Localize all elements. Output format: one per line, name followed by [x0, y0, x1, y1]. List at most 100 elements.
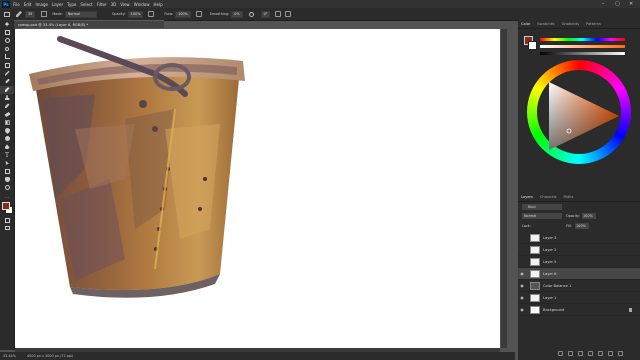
maximize-button[interactable]: ▢	[615, 0, 620, 8]
menu-type[interactable]: Type	[67, 2, 76, 7]
menu-image[interactable]: Image	[35, 2, 48, 7]
opacity-field[interactable]: 100%	[127, 10, 144, 18]
menu-help[interactable]: Help	[153, 2, 162, 7]
adjustment-button[interactable]	[588, 351, 593, 356]
arrow-icon	[5, 160, 9, 166]
crop-tool[interactable]	[0, 53, 14, 61]
tab-layers[interactable]: Layers	[521, 195, 533, 199]
hand-tool[interactable]	[0, 176, 14, 184]
brightness-slider[interactable]	[540, 52, 625, 55]
menu-bar: Ps File Edit Image Layer Type Select Fil…	[0, 0, 640, 8]
link-layers-button[interactable]	[558, 351, 563, 356]
layer-row[interactable]: ◉ Background	[518, 304, 640, 316]
frame-tool[interactable]	[0, 61, 14, 69]
move-tool[interactable]	[0, 20, 14, 28]
trash-icon[interactable]	[618, 351, 623, 356]
document-tab[interactable]: rpmsp.psd @ 33.4% (Layer 6, RGB/8) *	[14, 20, 164, 28]
type-tool[interactable]: T	[0, 151, 14, 159]
foreground-color-swatch[interactable]	[2, 202, 10, 211]
more-tools[interactable]: …	[0, 192, 14, 200]
pressure-opacity-icon[interactable]	[148, 11, 155, 17]
layer-row[interactable]: ◉ Color Balance 1	[518, 280, 640, 292]
symmetry-icon[interactable]	[285, 11, 292, 17]
path-select-tool[interactable]	[0, 159, 14, 167]
menu-window[interactable]: Window	[134, 2, 150, 7]
eye-icon[interactable]: ◉	[518, 295, 526, 300]
layer-row-selected[interactable]: ◉ Layer 6	[518, 268, 640, 280]
layer-row[interactable]: Layer 2	[518, 244, 640, 256]
tab-gradients[interactable]: Gradients	[562, 22, 580, 26]
layer-row[interactable]: Layer 5	[518, 256, 640, 268]
new-group-button[interactable]	[598, 351, 603, 356]
hue-slider[interactable]	[540, 38, 625, 41]
tab-color[interactable]: Color	[521, 22, 530, 26]
eye-icon[interactable]: ◉	[518, 307, 526, 312]
layer-row[interactable]: Layer 3	[518, 232, 640, 244]
zoom-tool[interactable]	[0, 184, 14, 192]
blend-mode-select[interactable]: Normal	[522, 213, 562, 219]
blur-tool[interactable]	[0, 126, 14, 135]
document-canvas[interactable]	[15, 29, 500, 348]
eyedropper-tool[interactable]	[0, 69, 14, 77]
tab-paths[interactable]: Paths	[564, 195, 574, 199]
home-icon[interactable]	[4, 11, 10, 17]
marquee-tool[interactable]	[0, 28, 14, 36]
menu-edit[interactable]: Edit	[24, 2, 32, 7]
angle-field[interactable]: 0°	[260, 10, 271, 18]
mode-select[interactable]: Normal	[64, 10, 97, 18]
zoom-level[interactable]: 33.44%	[3, 354, 16, 358]
rectangle-icon	[4, 168, 10, 174]
new-layer-button[interactable]	[608, 351, 613, 356]
close-button[interactable]: ✕	[629, 0, 633, 8]
status-bar: 33.44% 4000 px x 3000 px (72 ppi)	[0, 352, 515, 360]
brush-tool-icon[interactable]	[16, 11, 22, 17]
vertical-scrollbar[interactable]	[501, 29, 507, 348]
bg-color-chip[interactable]	[528, 41, 537, 50]
pressure-size-icon[interactable]	[275, 11, 282, 17]
menu-layer[interactable]: Layer	[52, 2, 63, 7]
add-mask-button[interactable]	[578, 351, 583, 356]
eraser-tool[interactable]	[0, 110, 14, 118]
screen-mode-button[interactable]	[0, 224, 14, 232]
pen-tool[interactable]	[0, 143, 14, 151]
tab-patterns[interactable]: Patterns	[586, 22, 601, 26]
layer-opacity-field[interactable]: 100%	[582, 213, 596, 219]
layer-name: Layer 6	[543, 271, 557, 276]
tab-swatches[interactable]: Swatches	[537, 22, 554, 26]
color-triangle[interactable]	[543, 76, 623, 156]
layer-name: Layer 3	[543, 235, 557, 240]
flow-field[interactable]: 100%	[175, 10, 191, 18]
layer-row[interactable]: ◉ Layer 1	[518, 292, 640, 304]
layer-fill-field[interactable]: 100%	[575, 223, 589, 229]
smoothing-field[interactable]: 0%	[231, 10, 243, 18]
menu-filter[interactable]: Filter	[97, 2, 107, 7]
clone-stamp-tool[interactable]	[0, 94, 14, 102]
eye-icon[interactable]: ◉	[518, 271, 526, 276]
brush-size-field[interactable]: 35	[25, 10, 36, 18]
minimize-button[interactable]: –	[602, 0, 605, 8]
tab-channels[interactable]: Channels	[540, 195, 557, 199]
menu-view[interactable]: View	[120, 2, 130, 7]
brush-preset-icon[interactable]	[41, 11, 48, 17]
layer-thumbnail	[530, 269, 540, 278]
shape-tool[interactable]	[0, 167, 14, 175]
brush-tool[interactable]	[0, 85, 14, 94]
gradient-tool[interactable]	[0, 118, 14, 126]
screen-mode-icon	[4, 226, 10, 231]
quick-mask-button[interactable]	[0, 216, 14, 224]
quick-select-tool[interactable]	[0, 45, 14, 53]
layers-panel-tabs: Layers Channels Paths	[518, 193, 640, 202]
gear-icon[interactable]	[248, 11, 254, 17]
layer-filter-select[interactable]: Kind	[522, 204, 562, 210]
fx-button[interactable]	[568, 351, 573, 356]
eye-icon[interactable]: ◉	[518, 283, 526, 288]
menu-3d[interactable]: 3D	[111, 2, 117, 7]
lasso-tool[interactable]	[0, 36, 14, 44]
healing-brush-tool[interactable]	[0, 77, 14, 85]
saturation-slider[interactable]	[540, 45, 625, 48]
history-brush-tool[interactable]	[0, 102, 14, 110]
menu-file[interactable]: File	[13, 2, 20, 7]
dodge-tool[interactable]	[0, 135, 14, 143]
airbrush-icon[interactable]	[195, 11, 202, 17]
menu-select[interactable]: Select	[80, 2, 92, 7]
